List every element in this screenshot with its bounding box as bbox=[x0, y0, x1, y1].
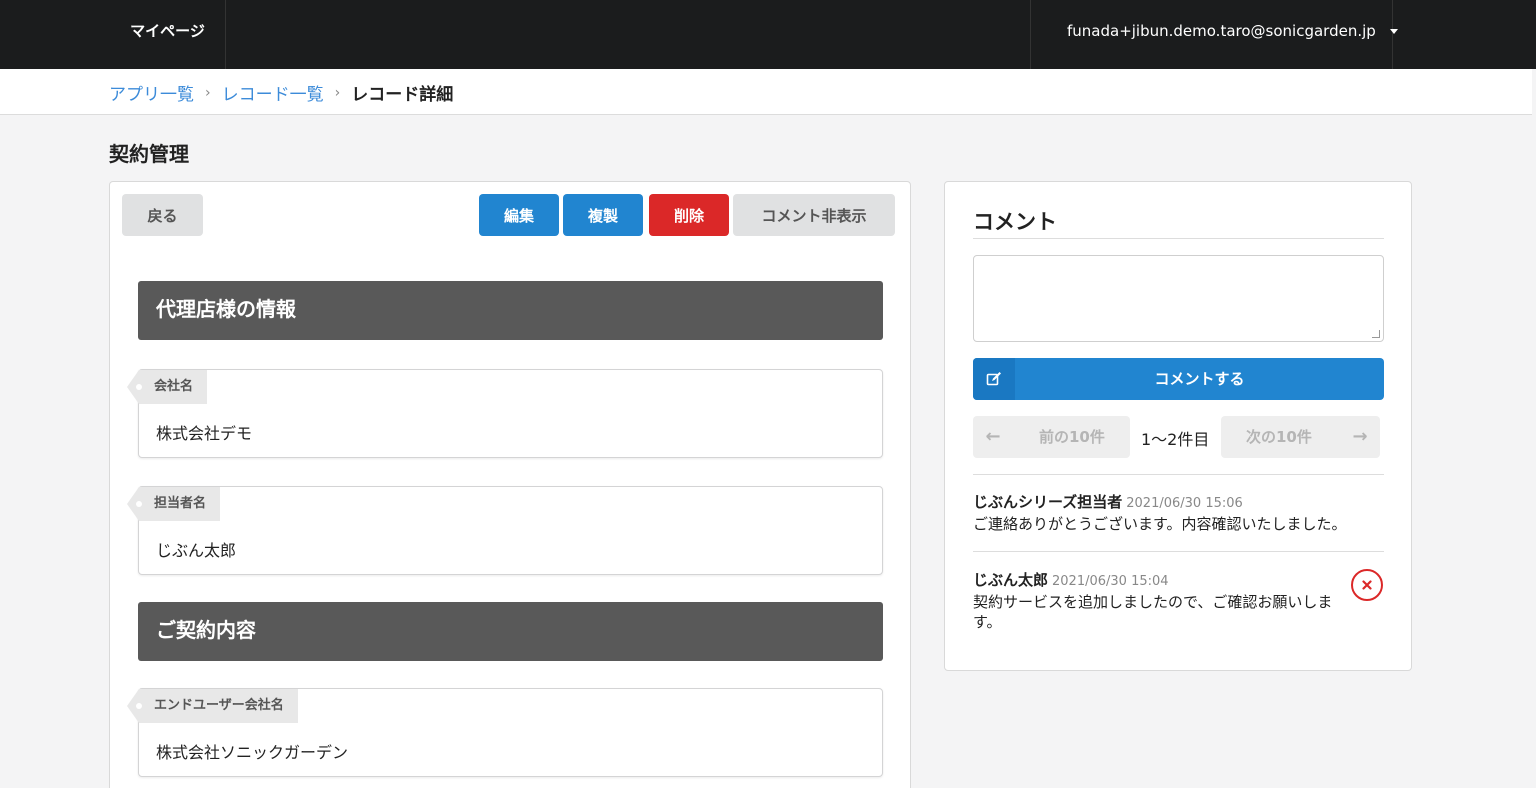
comment-author: じぶん太郎 bbox=[973, 571, 1049, 589]
breadcrumb-bar: アプリ一覧 › レコード一覧 › レコード詳細 bbox=[0, 69, 1532, 115]
close-icon bbox=[1362, 580, 1372, 590]
comment-textarea[interactable] bbox=[973, 255, 1384, 342]
edit-button[interactable]: 編集 bbox=[479, 194, 559, 236]
duplicate-button[interactable]: 複製 bbox=[563, 194, 643, 236]
field-end-user-company: エンドユーザー会社名 株式会社ソニックガーデン bbox=[127, 688, 883, 777]
arrow-right-icon: → bbox=[1352, 426, 1368, 447]
field-contact-name: 担当者名 じぶん太郎 bbox=[126, 486, 883, 575]
arrow-left-icon: ← bbox=[985, 426, 1001, 447]
pager-range: 1〜2件目 bbox=[1141, 430, 1210, 449]
section-header: 代理店様の情報 bbox=[138, 281, 883, 340]
field-label: 担当者名 bbox=[126, 487, 221, 521]
submit-comment-button[interactable]: コメントする bbox=[973, 358, 1384, 400]
chevron-right-icon: › bbox=[205, 84, 211, 101]
divider bbox=[973, 238, 1384, 239]
field-value: 株式会社ソニックガーデン bbox=[156, 743, 349, 762]
breadcrumb-app-list[interactable]: アプリ一覧 bbox=[109, 80, 194, 105]
comment-text: 契約サービスを追加しましたので、ご確認お願いします。 bbox=[973, 593, 1333, 631]
delete-button[interactable]: 削除 bbox=[649, 194, 729, 236]
divider bbox=[973, 474, 1384, 475]
comment-author-line: じぶん太郎 2021/06/30 15:04 bbox=[973, 569, 1384, 590]
hide-comments-button[interactable]: コメント非表示 bbox=[733, 194, 895, 236]
field-value: 株式会社デモ bbox=[156, 424, 253, 443]
submit-comment-label: コメントする bbox=[1154, 370, 1245, 388]
page-title: 契約管理 bbox=[109, 142, 189, 166]
breadcrumb-record-list[interactable]: レコード一覧 bbox=[222, 80, 324, 105]
comment-date: 2021/06/30 15:06 bbox=[1126, 496, 1243, 511]
comment-date: 2021/06/30 15:04 bbox=[1052, 574, 1169, 589]
field-value: じぶん太郎 bbox=[156, 541, 237, 560]
field-label: エンドユーザー会社名 bbox=[127, 689, 298, 723]
top-navbar: マイページ funada+jibun.demo.taro@sonicgarden… bbox=[0, 0, 1536, 69]
next-page-label: 次の10件 bbox=[1246, 428, 1312, 446]
record-detail-panel: 戻る 編集 複製 削除 コメント非表示 代理店様の情報 会社名 株式会社デモ 担… bbox=[109, 181, 911, 788]
field-company-name: 会社名 株式会社デモ bbox=[126, 369, 883, 458]
user-menu-dropdown[interactable]: funada+jibun.demo.taro@sonicgarden.jp bbox=[1030, 0, 1398, 69]
mypage-link[interactable]: マイページ bbox=[110, 0, 226, 69]
comment-author: じぶんシリーズ担当者 bbox=[973, 493, 1123, 511]
next-page-button[interactable]: 次の10件 → bbox=[1221, 416, 1380, 458]
section-header: ご契約内容 bbox=[138, 602, 883, 661]
delete-comment-button[interactable] bbox=[1351, 569, 1383, 601]
comment-text: ご連絡ありがとうございます。内容確認いたしました。 bbox=[973, 515, 1347, 533]
caret-down-icon bbox=[1389, 29, 1398, 34]
user-email: funada+jibun.demo.taro@sonicgarden.jp bbox=[1067, 22, 1376, 40]
chevron-right-icon: › bbox=[334, 84, 341, 101]
comment-item: じぶん太郎 2021/06/30 15:04 契約サービスを追加しましたので、ご確… bbox=[973, 569, 1384, 632]
breadcrumb-current: レコード詳細 bbox=[351, 85, 454, 105]
prev-page-button[interactable]: ← 前の10件 bbox=[973, 416, 1130, 458]
resize-grip-icon[interactable] bbox=[1372, 330, 1380, 338]
comment-title: コメント bbox=[973, 210, 1057, 234]
back-button[interactable]: 戻る bbox=[122, 194, 203, 236]
comment-item: じぶんシリーズ担当者 2021/06/30 15:06 ご連絡ありがとうございます… bbox=[973, 491, 1384, 534]
comment-panel: コメント コメントする ← 前の10件 1〜2件目 次の10件 → じぶんシリー… bbox=[944, 181, 1412, 671]
field-label: 会社名 bbox=[126, 370, 208, 404]
breadcrumb: アプリ一覧 › レコード一覧 › レコード詳細 bbox=[109, 80, 454, 106]
divider bbox=[973, 551, 1384, 552]
prev-page-label: 前の10件 bbox=[1039, 428, 1105, 446]
edit-icon bbox=[973, 358, 1015, 400]
comment-author-line: じぶんシリーズ担当者 2021/06/30 15:06 bbox=[973, 491, 1384, 512]
